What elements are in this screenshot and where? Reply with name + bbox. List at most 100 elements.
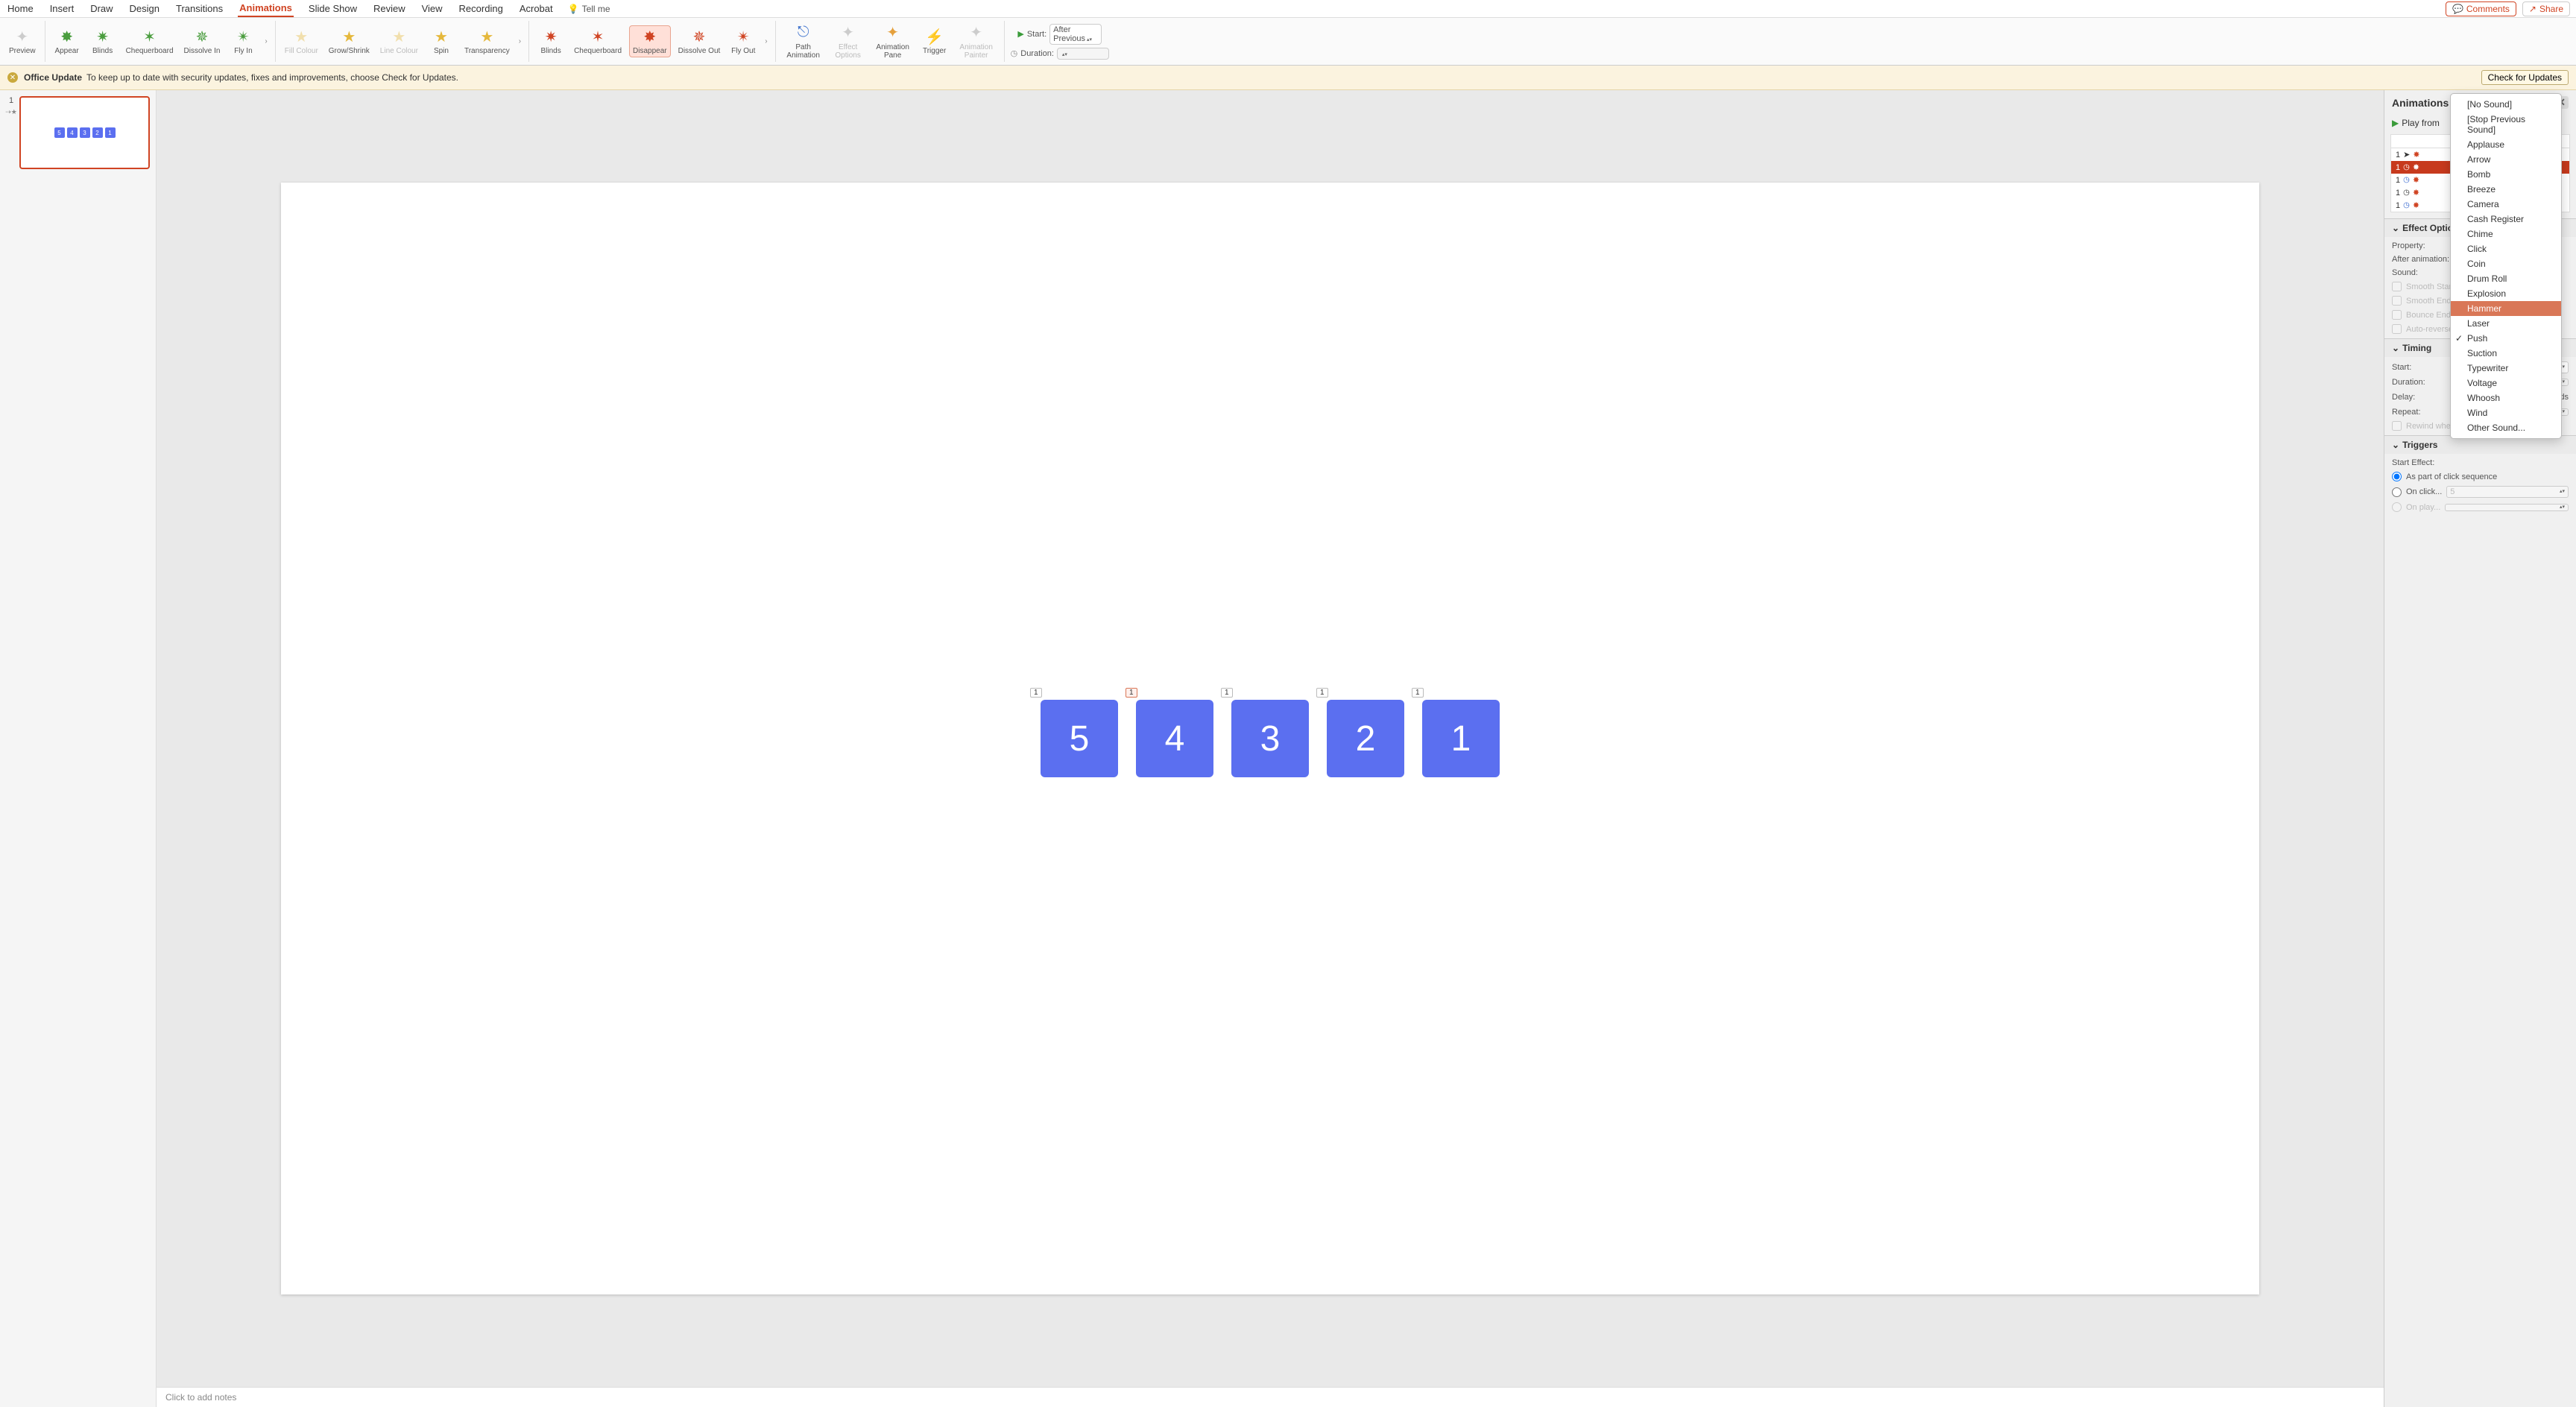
- entrance-more[interactable]: ›: [263, 37, 268, 45]
- sound-option[interactable]: [No Sound]: [2451, 97, 2561, 112]
- slide-canvas[interactable]: 15 14 13 12 11: [281, 183, 2258, 1294]
- mini-shape: 1: [105, 127, 116, 138]
- trigger[interactable]: ⚡Trigger: [919, 26, 950, 57]
- tab-view[interactable]: View: [420, 1, 444, 16]
- sound-option[interactable]: Voltage: [2451, 376, 2561, 391]
- start-select[interactable]: After Previous▴▾: [1049, 24, 1102, 45]
- shape[interactable]: 1: [1422, 700, 1500, 777]
- sound-label: Sound:: [2392, 268, 2418, 277]
- effect-options[interactable]: ✦Effect Options: [830, 22, 867, 61]
- slide-thumbnail[interactable]: 5 4 3 2 1: [19, 96, 150, 169]
- star-icon: ★: [390, 28, 408, 45]
- exit-disappear[interactable]: ✸Disappear: [629, 25, 671, 57]
- entrance-blinds[interactable]: ✷Blinds: [87, 26, 119, 57]
- emphasis-fillcolour[interactable]: ★Fill Colour: [282, 26, 321, 57]
- emphasis-growshrink[interactable]: ★Grow/Shrink: [326, 26, 373, 57]
- notice-text: To keep up to date with security updates…: [86, 72, 458, 83]
- sound-option[interactable]: Laser: [2451, 316, 2561, 331]
- trigger-onclick-radio[interactable]: [2392, 487, 2402, 497]
- notes-area[interactable]: Click to add notes: [157, 1387, 2384, 1407]
- tab-draw[interactable]: Draw: [89, 1, 114, 16]
- stepper-icon: ▴▾: [1087, 38, 1092, 42]
- sound-option[interactable]: Coin: [2451, 256, 2561, 271]
- anim-tag[interactable]: 1: [1316, 688, 1328, 698]
- rewind-check: [2392, 421, 2402, 431]
- ribbon: ✦ Preview ✸Appear ✷Blinds ✶Chequerboard …: [0, 18, 2576, 66]
- sound-option[interactable]: Push: [2451, 331, 2561, 346]
- emphasis-spin[interactable]: ★Spin: [426, 26, 457, 57]
- tab-animations[interactable]: Animations: [238, 0, 294, 17]
- sound-option[interactable]: Typewriter: [2451, 361, 2561, 376]
- sound-option[interactable]: Camera: [2451, 197, 2561, 212]
- tab-recording[interactable]: Recording: [458, 1, 505, 16]
- path-animation[interactable]: ⎋Path Animation: [782, 22, 825, 61]
- entrance-dissolvein[interactable]: ✵Dissolve In: [181, 26, 224, 57]
- duration-label: Duration:: [1020, 49, 1054, 58]
- menu-tabs: Home Insert Draw Design Transitions Anim…: [0, 0, 2576, 18]
- tell-me[interactable]: 💡Tell me: [568, 4, 610, 14]
- path-icon: ⎋: [795, 24, 812, 42]
- entrance-chequerboard[interactable]: ✶Chequerboard: [123, 26, 177, 57]
- check-updates-button[interactable]: Check for Updates: [2481, 70, 2569, 85]
- sound-option[interactable]: Whoosh: [2451, 391, 2561, 405]
- sound-dropdown[interactable]: [No Sound][Stop Previous Sound]ApplauseA…: [2450, 93, 2562, 439]
- sound-option[interactable]: Drum Roll: [2451, 271, 2561, 286]
- chevron-down-icon: ⌄: [2392, 223, 2399, 233]
- comments-button[interactable]: 💬Comments: [2446, 1, 2516, 16]
- sound-option[interactable]: Chime: [2451, 227, 2561, 241]
- shape[interactable]: 3: [1231, 700, 1309, 777]
- tab-transitions[interactable]: Transitions: [174, 1, 224, 16]
- exit-flyout[interactable]: ✴Fly Out: [727, 26, 759, 57]
- sound-option[interactable]: Explosion: [2451, 286, 2561, 301]
- share-button[interactable]: ↗Share: [2522, 1, 2570, 16]
- animation-painter[interactable]: ✦Animation Painter: [955, 22, 998, 61]
- anim-tag[interactable]: 1: [1126, 688, 1137, 698]
- bulb-icon: 💡: [568, 4, 579, 14]
- star-icon: ★: [292, 28, 310, 45]
- stepper-icon: ▴▾: [1062, 53, 1067, 57]
- sound-option[interactable]: Hammer: [2451, 301, 2561, 316]
- clock-icon: ◷: [2403, 163, 2410, 171]
- tab-insert[interactable]: Insert: [48, 1, 76, 16]
- emphasis-more[interactable]: ›: [517, 37, 523, 45]
- anim-tag[interactable]: 1: [1221, 688, 1233, 698]
- sound-option[interactable]: Click: [2451, 241, 2561, 256]
- exit-more[interactable]: ›: [763, 37, 768, 45]
- tab-home[interactable]: Home: [6, 1, 35, 16]
- notice-title: Office Update: [24, 72, 82, 83]
- start-label: Start:: [1027, 30, 1046, 39]
- emphasis-linecolour[interactable]: ★Line Colour: [377, 26, 421, 57]
- exit-dissolveout[interactable]: ✵Dissolve Out: [675, 26, 724, 57]
- exit-blinds[interactable]: ✷Blinds: [535, 26, 566, 57]
- tab-slideshow[interactable]: Slide Show: [307, 1, 359, 16]
- trigger-sequence-radio[interactable]: [2392, 472, 2402, 481]
- duration-input[interactable]: ▴▾: [1057, 48, 1109, 60]
- clock-icon: ◷: [2403, 176, 2410, 184]
- sound-option[interactable]: Wind: [2451, 405, 2561, 420]
- preview-button[interactable]: ✦ Preview: [6, 26, 39, 57]
- shape[interactable]: 5: [1041, 700, 1118, 777]
- mini-shape: 4: [67, 127, 78, 138]
- sound-option[interactable]: Arrow: [2451, 152, 2561, 167]
- tab-design[interactable]: Design: [128, 1, 161, 16]
- exit-chequerboard[interactable]: ✶Chequerboard: [571, 26, 625, 57]
- shape[interactable]: 2: [1327, 700, 1404, 777]
- shape[interactable]: 4: [1136, 700, 1213, 777]
- entrance-appear[interactable]: ✸Appear: [51, 26, 83, 57]
- sound-option[interactable]: Suction: [2451, 346, 2561, 361]
- anim-tag[interactable]: 1: [1412, 688, 1424, 698]
- animation-pane[interactable]: ✦Animation Pane: [871, 22, 915, 61]
- sound-option[interactable]: Applause: [2451, 137, 2561, 152]
- sound-option[interactable]: Other Sound...: [2451, 420, 2561, 435]
- sound-option[interactable]: Cash Register: [2451, 212, 2561, 227]
- anim-tag[interactable]: 1: [1030, 688, 1042, 698]
- sound-option[interactable]: Bomb: [2451, 167, 2561, 182]
- tab-review[interactable]: Review: [372, 1, 407, 16]
- star-icon: ✵: [690, 28, 708, 45]
- tab-acrobat[interactable]: Acrobat: [518, 1, 555, 16]
- sound-option[interactable]: Breeze: [2451, 182, 2561, 197]
- emphasis-transparency[interactable]: ★Transparency: [461, 26, 513, 57]
- cursor-icon: ➤: [2403, 150, 2410, 159]
- entrance-flyin[interactable]: ✴Fly In: [227, 26, 259, 57]
- sound-option[interactable]: [Stop Previous Sound]: [2451, 112, 2561, 137]
